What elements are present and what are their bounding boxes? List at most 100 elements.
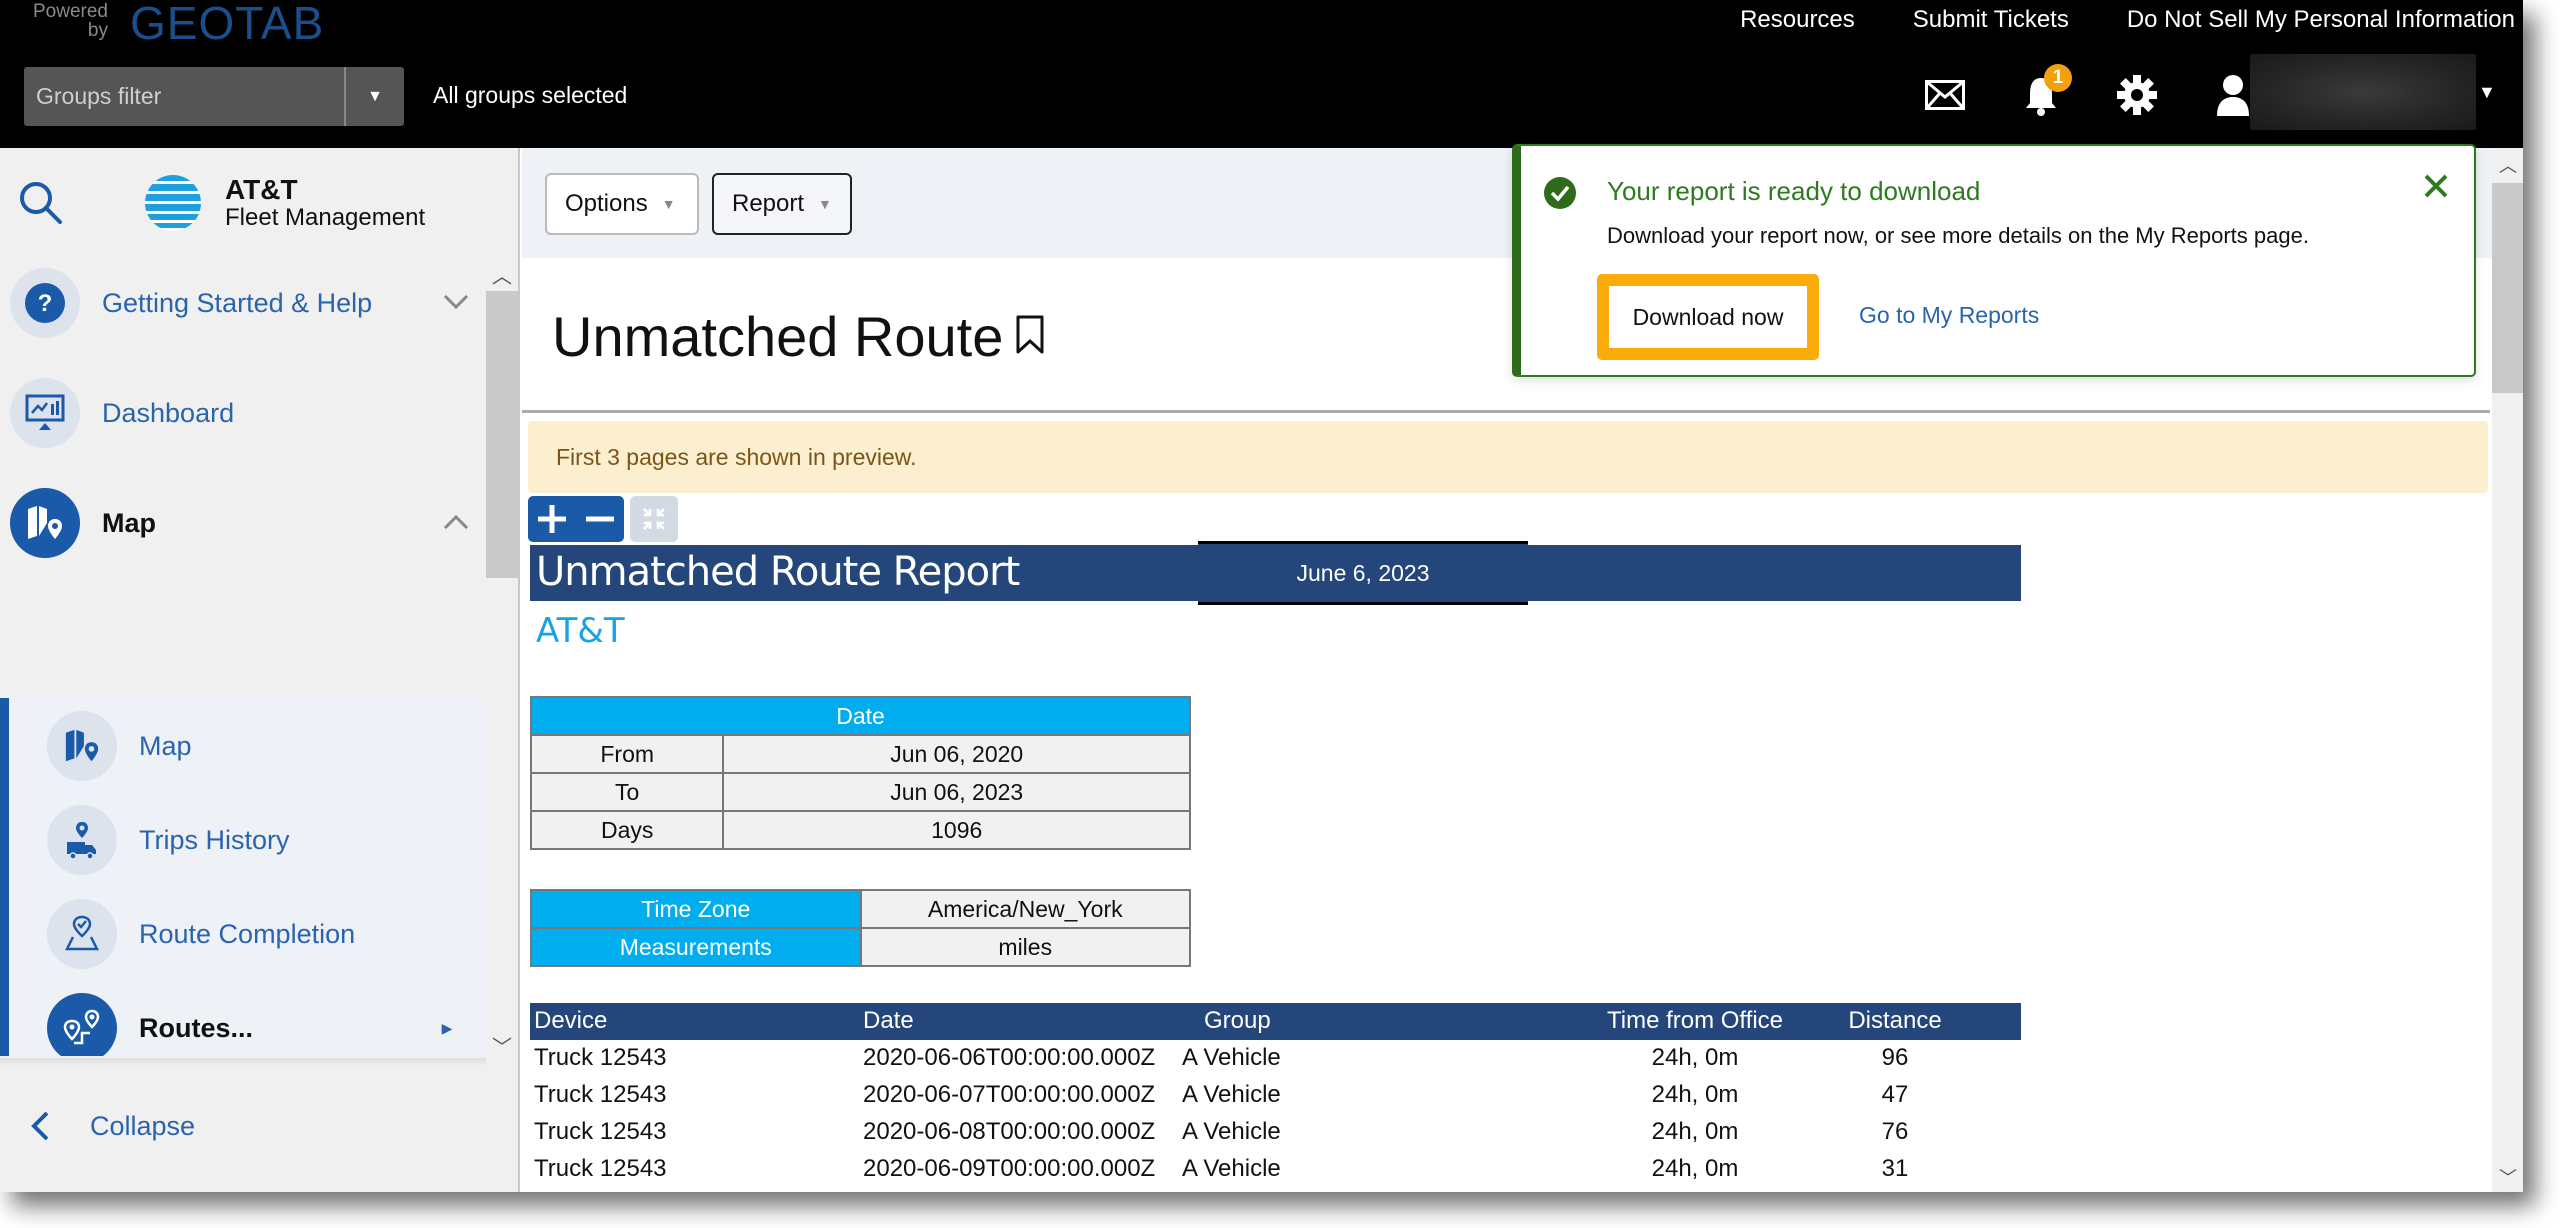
search-icon[interactable] xyxy=(18,180,64,231)
route-completion-icon xyxy=(47,899,117,969)
date-table-header: Date xyxy=(530,696,1191,736)
cell-time: 24h, 0m xyxy=(1651,1155,1739,1182)
go-to-my-reports-link[interactable]: Go to My Reports xyxy=(1859,302,2039,329)
report-ready-notification: Your report is ready to download Downloa… xyxy=(1512,144,2476,377)
report-date: June 6, 2023 xyxy=(1198,541,1528,605)
unmatched-route-table: Device Date Group Time from Office Dista… xyxy=(530,1003,2021,1188)
report-button[interactable]: Report ▼ xyxy=(712,173,852,235)
cell-group: A Vehicle xyxy=(1182,1044,1281,1071)
preview-notice: First 3 pages are shown in preview. xyxy=(528,421,2488,493)
cell-device: Truck 12543 xyxy=(534,1118,667,1145)
column-header-group: Group xyxy=(1204,1007,1271,1034)
submit-tickets-link[interactable]: Submit Tickets xyxy=(1913,6,2069,34)
logo-line2: Fleet Management xyxy=(225,204,426,231)
logo-line1: AT&T xyxy=(225,174,298,205)
scroll-up-icon[interactable]: ︿ xyxy=(492,260,512,289)
scrollbar-thumb[interactable] xyxy=(2492,183,2523,393)
settings-label: Time Zone xyxy=(530,889,862,929)
table-row: From Jun 06, 2020 xyxy=(529,734,1191,774)
zoom-out-icon[interactable] xyxy=(583,502,617,536)
cell-distance: 96 xyxy=(1881,1044,1909,1071)
chevron-left-icon xyxy=(31,1111,49,1141)
cell-date: 2020-06-07T00:00:00.000Z xyxy=(863,1081,1156,1108)
gear-icon[interactable] xyxy=(2112,70,2162,120)
scroll-down-icon[interactable]: ﹀ xyxy=(2499,1164,2517,1190)
map-submenu: Map Trips History Route Completion Route… xyxy=(0,698,486,1056)
map-icon xyxy=(10,488,80,558)
report-title: Unmatched Route Report xyxy=(536,549,1020,595)
settings-value: America/New_York xyxy=(859,889,1191,929)
sidebar-subitem-map[interactable]: Map xyxy=(47,701,477,791)
sidebar-item-label: Routes... xyxy=(139,1012,254,1043)
sidebar-item-label: Map xyxy=(102,507,156,538)
dashboard-icon xyxy=(10,378,80,448)
chevron-down-icon[interactable] xyxy=(436,290,476,316)
header-icons: 1 xyxy=(1920,64,2258,120)
cell-date: 2020-06-06T00:00:00.000Z xyxy=(863,1044,1156,1071)
scroll-down-icon[interactable]: ﹀ xyxy=(492,1031,512,1060)
sidebar-item-label: Map xyxy=(139,730,192,761)
groups-filter-dropdown-button[interactable]: ▼ xyxy=(344,67,404,126)
download-now-highlight: Download now xyxy=(1597,274,1819,360)
settings-label: Measurements xyxy=(530,927,862,967)
table-row: Truck 12543 2020-06-08T00:00:00.000Z A V… xyxy=(530,1114,2021,1151)
map-icon xyxy=(47,711,117,781)
groups-filter-input[interactable]: Groups filter xyxy=(24,83,344,110)
sidebar-item-label: Route Completion xyxy=(139,918,356,949)
zoom-in-icon[interactable] xyxy=(535,502,569,536)
scroll-up-icon[interactable]: ︿ xyxy=(2499,152,2517,178)
sidebar-item-label: Trips History xyxy=(139,824,290,855)
resources-link[interactable]: Resources xyxy=(1740,6,1855,34)
submenu-arrow-icon: ▶ xyxy=(441,1019,453,1036)
scrollbar-thumb[interactable] xyxy=(486,291,518,578)
notification-title: Your report is ready to download xyxy=(1607,176,1981,206)
sidebar-divider xyxy=(0,1058,486,1066)
caret-down-icon: ▼ xyxy=(818,196,832,212)
sidebar-nav: ? Getting Started & Help Dashboard Map M… xyxy=(0,256,486,1056)
sidebar-item-map[interactable]: Map xyxy=(0,478,486,568)
chevron-up-icon[interactable] xyxy=(436,510,476,536)
top-links: Resources Submit Tickets Do Not Sell My … xyxy=(1740,6,2515,34)
preview-zoom-controls xyxy=(528,496,678,542)
sidebar: AT&T Fleet Management ? Getting Started … xyxy=(0,148,520,1192)
settings-table: Time Zone America/New_York Measurements … xyxy=(530,889,1191,967)
table-row: Days 1096 xyxy=(529,810,1191,850)
table-row: Truck 12543 2020-06-06T00:00:00.000Z A V… xyxy=(530,1040,2021,1077)
sidebar-item-label: Getting Started & Help xyxy=(102,287,373,318)
download-now-button[interactable]: Download now xyxy=(1609,286,1807,348)
bookmark-icon[interactable] xyxy=(1015,304,1045,369)
sidebar-item-label: Dashboard xyxy=(102,397,235,428)
mail-icon[interactable] xyxy=(1920,70,1970,120)
page-title-text: Unmatched Route xyxy=(552,305,1004,368)
sidebar-subitem-route-completion[interactable]: Route Completion xyxy=(47,889,477,979)
close-icon[interactable] xyxy=(2422,172,2450,205)
main-scrollbar[interactable]: ︿ ﹀ xyxy=(2492,148,2523,1192)
column-header-device: Device xyxy=(534,1007,608,1034)
cell-device: Truck 12543 xyxy=(534,1081,667,1108)
geotab-logo: GEOTAB xyxy=(130,0,325,49)
sidebar-item-dashboard[interactable]: Dashboard xyxy=(0,368,486,458)
do-not-sell-link[interactable]: Do Not Sell My Personal Information xyxy=(2127,6,2515,34)
date-row-label: To xyxy=(529,772,725,812)
user-name-redacted[interactable] xyxy=(2250,54,2476,130)
top-header: Powered by GEOTAB Resources Submit Ticke… xyxy=(0,0,2523,148)
success-check-icon xyxy=(1543,176,1577,215)
groups-status: All groups selected xyxy=(433,82,628,108)
notification-badge: 1 xyxy=(2044,64,2072,92)
cell-distance: 76 xyxy=(1881,1118,1909,1145)
sidebar-subitem-routes[interactable]: Routes... ▶ xyxy=(47,983,477,1056)
date-row-label: From xyxy=(529,734,725,774)
report-label: Report xyxy=(732,190,805,217)
report-company: AT&T xyxy=(536,611,625,651)
collapse-button[interactable]: Collapse xyxy=(30,1110,195,1142)
att-globe-icon xyxy=(145,175,201,231)
groups-filter[interactable]: Groups filter ▼ xyxy=(24,67,404,126)
sidebar-item-getting-started[interactable]: ? Getting Started & Help xyxy=(0,258,486,348)
fit-to-page-icon[interactable] xyxy=(630,496,678,542)
sidebar-subitem-trips-history[interactable]: Trips History xyxy=(47,795,477,885)
cell-time: 24h, 0m xyxy=(1651,1081,1739,1108)
options-button[interactable]: Options ▼ xyxy=(545,173,699,235)
user-menu-caret-icon[interactable]: ▼ xyxy=(2478,82,2496,103)
bell-icon[interactable]: 1 xyxy=(2016,64,2072,120)
sidebar-scrollbar[interactable]: ︿ ﹀ xyxy=(486,256,518,1059)
